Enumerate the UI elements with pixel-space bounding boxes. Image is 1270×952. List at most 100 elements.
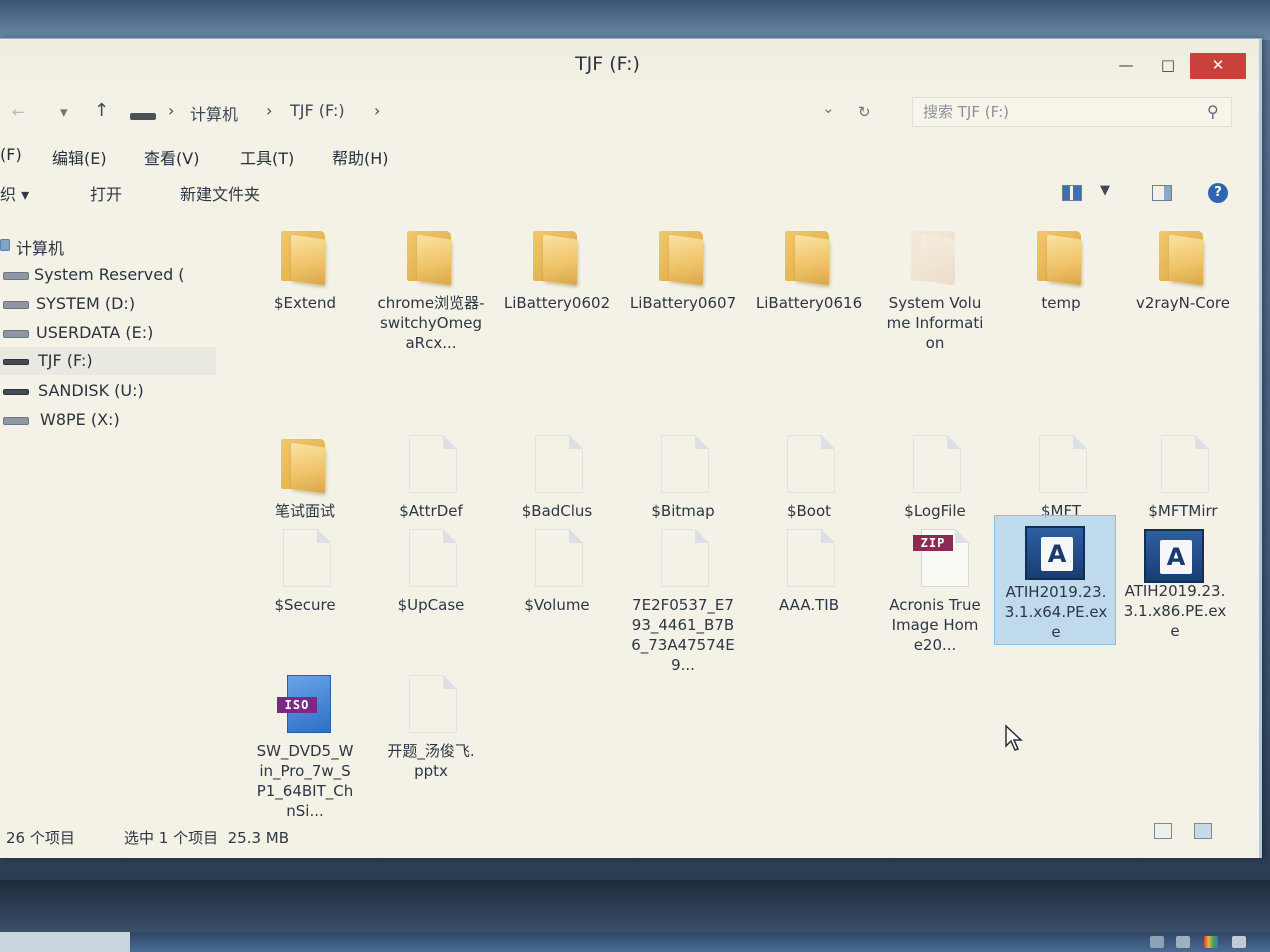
menu-help[interactable]: 帮助(H) xyxy=(332,145,389,169)
folder-item[interactable]: temp xyxy=(1006,217,1116,367)
view-options-icon[interactable] xyxy=(1062,185,1082,201)
close-button[interactable]: ✕ xyxy=(1190,53,1246,79)
new-folder-button[interactable]: 新建文件夹 xyxy=(180,181,260,205)
exe-file-item[interactable]: A ATIH2019.23.3.1.x86.PE.exe xyxy=(1120,519,1230,669)
file-name: v2rayN-Core xyxy=(1135,294,1230,312)
folder-icon xyxy=(277,433,333,495)
status-bar: 26 个项目 选中 1 个项目 25.3 MB xyxy=(0,821,1259,851)
drive-icon xyxy=(3,272,29,280)
file-item[interactable]: $Secure xyxy=(250,519,360,669)
breadcrumb-computer[interactable]: 计算机 xyxy=(190,101,238,125)
file-name: $UpCase xyxy=(397,596,465,614)
title-bar[interactable]: TJF (F:) — □ ✕ xyxy=(0,39,1259,85)
document-icon xyxy=(403,527,459,589)
sidebar-item-label: W8PE (X:) xyxy=(40,410,120,429)
file-name: SW_DVD5_Win_Pro_7w_SP1_64BIT_ChnSi... xyxy=(256,742,354,820)
search-box[interactable]: ⚲ xyxy=(912,97,1232,127)
acronis-app-icon: A xyxy=(1025,524,1085,586)
back-arrow-icon[interactable]: ← xyxy=(12,103,25,121)
recent-locations-icon[interactable]: ▾ xyxy=(60,103,68,121)
search-icon[interactable]: ⚲ xyxy=(1207,102,1219,121)
acronis-app-icon: A xyxy=(1144,527,1204,589)
sidebar-item-tjf-f[interactable]: TJF (F:) xyxy=(0,347,216,375)
menu-view[interactable]: 查看(V) xyxy=(144,145,199,169)
folder-icon xyxy=(529,225,585,287)
view-dropdown-icon[interactable]: ▼ xyxy=(1100,183,1110,198)
breadcrumb-separator[interactable]: › xyxy=(168,101,174,120)
file-item[interactable]: $Volume xyxy=(502,519,612,669)
file-item[interactable]: $UpCase xyxy=(376,519,486,669)
breadcrumb-drive[interactable]: TJF (F:) xyxy=(290,101,345,120)
folder-item[interactable]: chrome浏览器-switchyOmegaRcx... xyxy=(376,217,486,367)
file-name: temp xyxy=(1041,294,1081,312)
sidebar-item-sandisk-u[interactable]: SANDISK (U:) xyxy=(0,377,216,405)
breadcrumb-separator[interactable]: › xyxy=(374,101,380,120)
document-icon xyxy=(655,433,711,495)
file-name: ATIH2019.23.3.1.x86.PE.exe xyxy=(1123,582,1227,640)
sidebar-item-userdata-e[interactable]: USERDATA (E:) xyxy=(0,319,216,347)
folder-icon xyxy=(655,225,711,287)
refresh-icon[interactable]: ↻ xyxy=(858,103,871,121)
tray-color-icon[interactable] xyxy=(1204,936,1218,948)
sidebar-item-computer[interactable]: 计算机 xyxy=(0,231,216,259)
drive-icon xyxy=(3,330,29,338)
document-icon xyxy=(781,527,837,589)
sidebar-item-w8pe-x[interactable]: W8PE (X:) xyxy=(0,406,216,434)
file-name: LiBattery0607 xyxy=(629,294,737,312)
tray-icon[interactable] xyxy=(1150,936,1164,948)
drive-icon xyxy=(3,417,29,425)
sidebar-item-system-d[interactable]: SYSTEM (D:) xyxy=(0,290,216,318)
file-name: LiBattery0616 xyxy=(755,294,863,312)
file-name: LiBattery0602 xyxy=(503,294,611,312)
tray-icon[interactable] xyxy=(1176,936,1190,948)
menu-tools[interactable]: 工具(T) xyxy=(240,145,294,169)
large-icons-view-icon[interactable] xyxy=(1194,823,1212,839)
menu-file[interactable]: (F) xyxy=(0,145,22,164)
exe-file-item-selected[interactable]: A ATIH2019.23.3.1.x64.PE.exe xyxy=(994,515,1116,645)
file-item[interactable]: 7E2F0537_E793_4461_B7B6_73A47574E9... xyxy=(628,519,738,674)
document-icon xyxy=(529,527,585,589)
file-item[interactable]: AAA.TIB xyxy=(754,519,864,669)
up-arrow-icon[interactable]: ↑ xyxy=(94,100,109,121)
file-name: Acronis True Image Home20... xyxy=(889,596,981,654)
open-button[interactable]: 打开 xyxy=(90,181,122,205)
document-icon xyxy=(403,433,459,495)
zip-file-item[interactable]: ZIP Acronis True Image Home20... xyxy=(880,519,990,669)
help-icon[interactable]: ? xyxy=(1208,183,1228,203)
folder-item[interactable]: $Extend xyxy=(250,217,360,367)
tray-icon[interactable] xyxy=(1232,936,1246,948)
file-name: chrome浏览器-switchyOmegaRcx... xyxy=(377,294,485,352)
search-input[interactable] xyxy=(923,103,1193,121)
drive-icon xyxy=(3,301,29,309)
file-name: $BadClus xyxy=(521,502,593,520)
breadcrumb-separator[interactable]: › xyxy=(266,101,272,120)
folder-item[interactable]: LiBattery0616 xyxy=(754,217,864,367)
acronis-logo-icon: A xyxy=(1160,540,1192,574)
folder-icon xyxy=(277,225,333,287)
sidebar-item-label: TJF (F:) xyxy=(38,351,93,370)
folder-item[interactable]: LiBattery0607 xyxy=(628,217,738,367)
file-name: $LogFile xyxy=(904,502,966,520)
document-icon xyxy=(403,673,459,735)
sidebar-item-label: SYSTEM (D:) xyxy=(36,294,136,313)
file-name: AAA.TIB xyxy=(779,596,839,614)
item-count: 26 个项目 xyxy=(6,829,75,847)
folder-item[interactable]: v2rayN-Core xyxy=(1128,217,1238,367)
explorer-window: TJF (F:) — □ ✕ ← ▾ ↑ › 计算机 › TJF (F:) › … xyxy=(0,38,1262,858)
maximize-button[interactable]: □ xyxy=(1150,53,1186,79)
address-dropdown-icon[interactable]: ⌄ xyxy=(822,99,835,117)
iso-file-item[interactable]: ISO SW_DVD5_Win_Pro_7w_SP1_64BIT_ChnSi..… xyxy=(250,665,360,820)
organize-button[interactable]: 织 ▾ xyxy=(0,181,29,205)
details-view-icon[interactable] xyxy=(1154,823,1172,839)
folder-item[interactable]: System Volume Information xyxy=(880,217,990,367)
file-item[interactable]: 开题_汤俊飞.pptx xyxy=(376,665,486,815)
menu-edit[interactable]: 编辑(E) xyxy=(52,145,107,169)
command-bar: 织 ▾ 打开 新建文件夹 ▼ ? xyxy=(0,177,1259,207)
preview-pane-icon[interactable] xyxy=(1152,185,1172,201)
folder-item[interactable]: LiBattery0602 xyxy=(502,217,612,367)
selection-info: 选中 1 个项目 25.3 MB xyxy=(124,829,290,847)
system-folder-icon xyxy=(907,225,963,287)
minimize-button[interactable]: — xyxy=(1108,53,1144,79)
taskbar-item[interactable] xyxy=(0,932,130,952)
sidebar-item-system-reserved[interactable]: System Reserved ( xyxy=(0,261,216,289)
